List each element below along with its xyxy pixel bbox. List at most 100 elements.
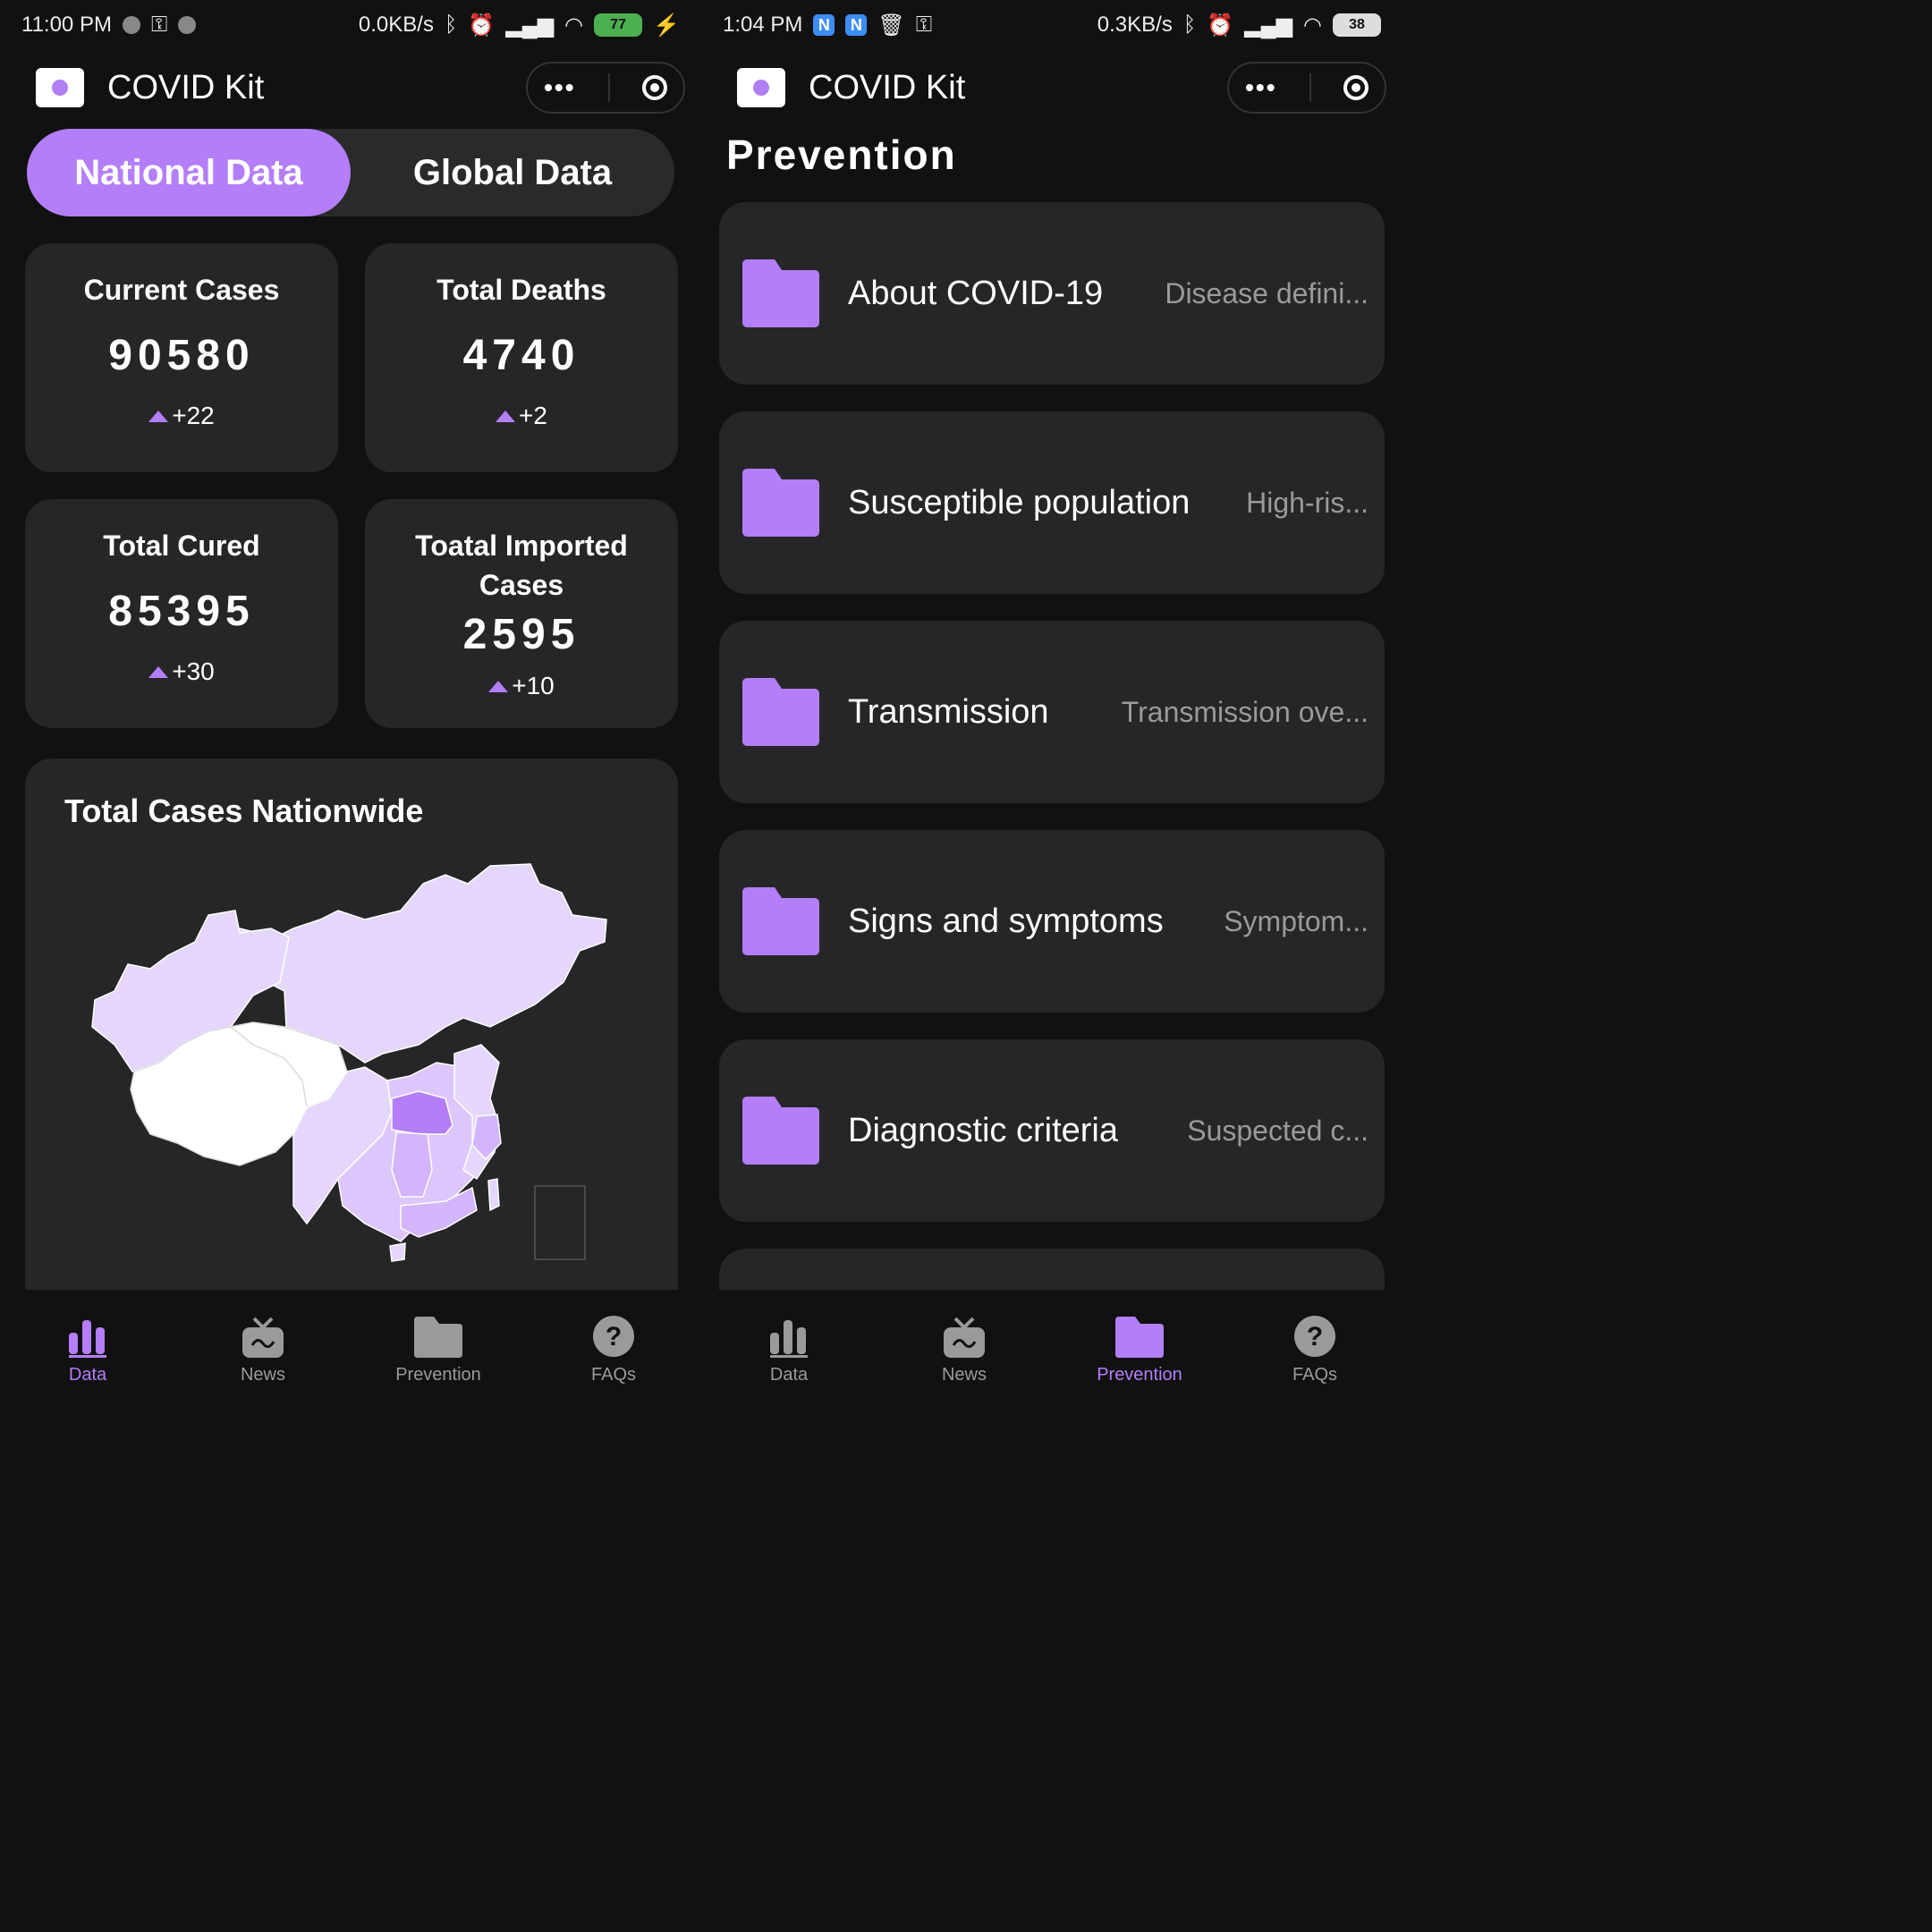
app-title: COVID Kit [809,68,966,106]
list-item-signs-and-symptoms[interactable]: Signs and symptoms Symptom... [719,830,1385,1013]
tab-prevention[interactable]: Prevention [351,1290,526,1402]
list-item-diagnostic-criteria[interactable]: Diagnostic criteria Suspected c... [719,1039,1385,1222]
stat-card-current-cases: Current Cases 90580 +22 [25,243,338,472]
stat-delta: +22 [25,402,338,430]
map-region-hunan [391,1131,433,1198]
network-speed: 0.3KB/s [1097,13,1173,37]
app-notification-icon: N [845,14,868,36]
list-item-title: Signs and symptoms [848,902,1164,940]
increase-arrow-icon [148,665,169,678]
list-item-subtitle: High-ris... [1246,486,1368,519]
battery-icon: 38 [1333,13,1381,37]
data-scope-toggle: National Data Global Data [27,129,674,216]
list-item-subtitle: Suspected c... [1187,1114,1368,1147]
tab-faqs[interactable]: ? FAQs [526,1290,701,1402]
alarm-icon: ⏰ [1207,13,1234,38]
stat-delta-value: +2 [519,402,547,429]
tab-data[interactable]: Data [701,1290,877,1402]
close-target-icon[interactable] [1343,75,1368,100]
increase-arrow-icon [488,680,509,692]
page-title: Prevention [726,131,957,178]
list-item-subtitle: Disease defini... [1165,276,1368,309]
app-title: COVID Kit [107,68,265,106]
tab-prevention[interactable]: Prevention [1052,1290,1227,1402]
mini-program-capsule: ••• [526,62,685,114]
bottom-tab-bar: Data News Prevention ? FAQs [701,1290,1402,1402]
stat-value: 85395 [108,588,255,635]
tab-news[interactable]: News [877,1290,1052,1402]
svg-text:?: ? [606,1322,622,1352]
list-item-transmission[interactable]: Transmission Transmission ove... [719,621,1385,803]
prevention-screen: 1:04 PM N N 🗑 ⚿ 0.3KB/s ᛒ ⏰ ▂▄▆ ◠ 38 COV… [701,0,1402,1402]
tab-label: Data [769,1365,809,1385]
nationwide-map-card: Total Cases Nationwide [25,758,678,1313]
app-logo-icon [737,68,785,107]
folder-icon [1115,1311,1164,1358]
network-speed: 0.0KB/s [358,13,434,37]
signal-icon: ▂▄▆ [1244,13,1293,38]
list-item-about-covid[interactable]: About COVID-19 Disease defini... [719,202,1385,385]
stat-value: 90580 [108,332,255,379]
capsule-divider [1309,73,1311,102]
battery-icon: 77 [594,13,643,37]
stat-card-imported-cases: Toatal Imported Cases 2595 +10 [365,499,678,728]
more-options-icon[interactable]: ••• [544,73,575,102]
list-item-subtitle: Transmission ove... [1121,695,1368,728]
key-icon: ⚿ [915,13,933,37]
tab-national-data[interactable]: National Data [27,129,351,216]
stat-label: Total Cured [103,530,260,562]
tab-data[interactable]: Data [0,1290,175,1402]
more-options-icon[interactable]: ••• [1245,73,1276,102]
tab-faqs[interactable]: ? FAQs [1227,1290,1402,1402]
stat-delta-value: +22 [172,402,215,429]
question-icon: ? [592,1311,635,1358]
china-map[interactable] [25,758,678,1313]
folder-icon [742,259,819,327]
list-item-title: Transmission [848,692,1049,731]
increase-arrow-icon [496,410,516,422]
bluetooth-icon: ᛒ [1182,13,1197,37]
tab-label: News [240,1365,285,1385]
tab-label: News [941,1365,987,1385]
notification-dot-icon [122,16,140,34]
folder-icon [742,469,819,537]
status-bar: 11:00 PM ⚿ 0.0KB/s ᛒ ⏰ ▂▄▆ ◠ 77 ⚡ [0,0,701,50]
list-item-title: Diagnostic criteria [848,1111,1118,1149]
increase-arrow-icon [148,410,169,422]
tab-news[interactable]: News [175,1290,351,1402]
tab-label: FAQs [590,1365,636,1385]
bluetooth-icon: ᛒ [444,13,458,37]
tab-label: Data [68,1365,107,1385]
stat-card-total-deaths: Total Deaths 4740 +2 [365,243,678,472]
map-region-taiwan [487,1178,500,1212]
stat-value: 2595 [462,611,580,658]
south-china-sea-inset [534,1185,586,1260]
charging-icon: ⚡ [653,13,680,38]
bar-chart-icon [768,1311,809,1358]
folder-icon [742,678,819,746]
tv-icon [242,1311,284,1358]
stat-card-total-cured: Total Cured 85395 +30 [25,499,338,728]
folder-icon [742,1097,819,1165]
wifi-icon: ◠ [1303,13,1322,38]
list-item-susceptible-population[interactable]: Susceptible population High-ris... [719,411,1385,594]
tab-label: FAQs [1292,1365,1337,1385]
trash-icon: 🗑 [877,13,905,38]
app-header: COVID Kit ••• [737,61,1386,114]
alarm-icon: ⏰ [468,13,496,38]
close-target-icon[interactable] [641,75,667,100]
tab-global-data[interactable]: Global Data [351,129,674,216]
stat-delta: +10 [365,672,678,700]
status-time: 11:00 PM [21,13,112,37]
stat-delta-value: +30 [172,657,215,685]
mini-program-capsule: ••• [1227,62,1386,114]
bottom-tab-bar: Data News Prevention ? FAQs [0,1290,701,1402]
key-icon: ⚿ [150,13,168,37]
status-time: 1:04 PM [723,13,803,37]
map-region-hainan [389,1242,406,1262]
stat-label: Total Deaths [436,274,606,306]
capsule-divider [607,73,610,102]
status-bar: 1:04 PM N N 🗑 ⚿ 0.3KB/s ᛒ ⏰ ▂▄▆ ◠ 38 [701,0,1402,50]
app-notification-icon: N [813,14,835,36]
app-logo-icon [36,68,84,107]
